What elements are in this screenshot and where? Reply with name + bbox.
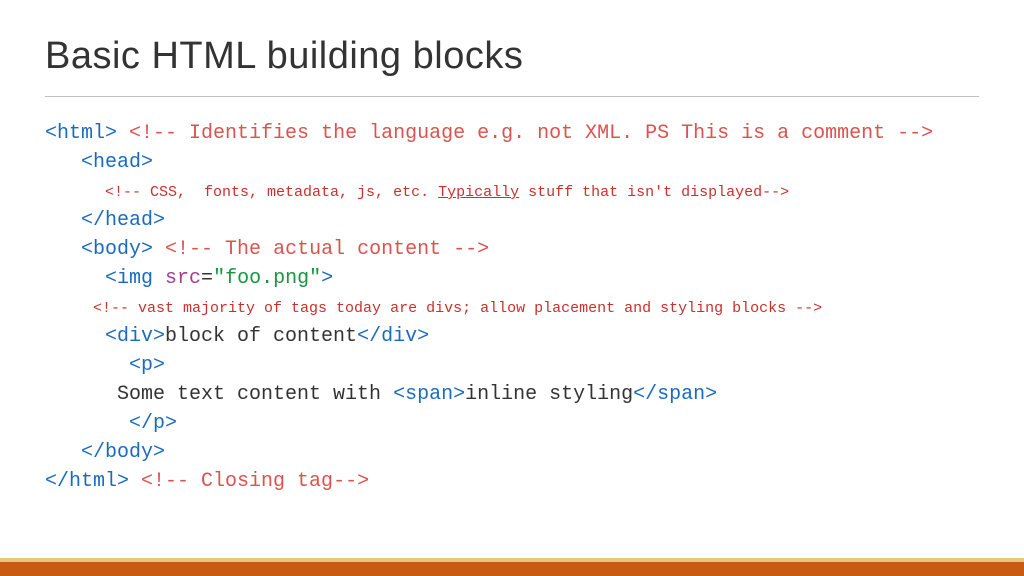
comment-language: <!-- Identifies the language e.g. not XM… [129, 122, 933, 145]
text-span-content: inline styling [465, 383, 633, 406]
text-div-content: block of content [165, 325, 357, 348]
tag-head-close: </head> [81, 209, 165, 232]
code-block: <html> <!-- Identifies the language e.g.… [45, 119, 979, 496]
comment-closing: <!-- Closing tag--> [141, 470, 369, 493]
slide-title: Basic HTML building blocks [45, 35, 979, 78]
tag-p-open: <p> [129, 354, 165, 377]
comment-head-underline: Typically [438, 184, 519, 201]
tag-p-close: </p> [129, 412, 177, 435]
tag-img-open: <img [105, 267, 165, 290]
text-paragraph-pre: Some text content with [117, 383, 393, 406]
slide: Basic HTML building blocks <html> <!-- I… [0, 0, 1024, 576]
comment-head-post: stuff that isn't displayed--> [519, 184, 789, 201]
tag-body-close: </body> [81, 441, 165, 464]
tag-div-open: <div> [105, 325, 165, 348]
tag-div-close: </div> [357, 325, 429, 348]
tag-html-open: <html> [45, 122, 117, 145]
attr-val: "foo.png" [213, 267, 321, 290]
attr-src: src [165, 267, 201, 290]
comment-head-pre: <!-- CSS, fonts, metadata, js, etc. [105, 184, 438, 201]
tag-span-open: <span> [393, 383, 465, 406]
tag-head-open: <head> [81, 151, 153, 174]
comment-head-contents: <!-- CSS, fonts, metadata, js, etc. Typi… [105, 184, 789, 201]
title-divider [45, 96, 979, 97]
comment-body: <!-- The actual content --> [165, 238, 489, 261]
comment-divs: <!-- vast majority of tags today are div… [93, 300, 822, 317]
tag-body-open: <body> [81, 238, 153, 261]
tag-img-close: > [321, 267, 333, 290]
tag-span-close: </span> [633, 383, 717, 406]
attr-eq: = [201, 267, 213, 290]
footer-bar [0, 562, 1024, 576]
tag-html-close: </html> [45, 470, 129, 493]
